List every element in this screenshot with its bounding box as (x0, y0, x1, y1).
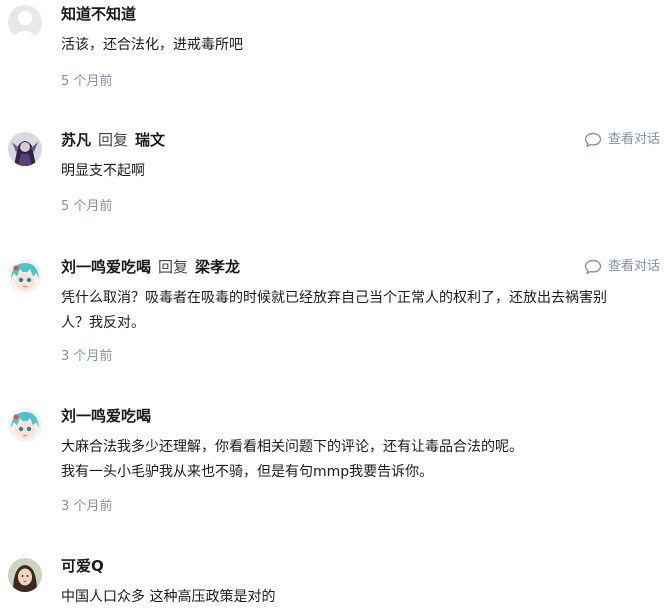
view-conversation-label: 查看对话 (607, 259, 660, 274)
avatar[interactable] (8, 132, 42, 166)
default-avatar-icon (8, 5, 42, 39)
comment-content: 明显支不起啊 (61, 159, 659, 184)
comment-author[interactable]: 刘一鸣爱吃喝 (61, 258, 151, 276)
comment-text: 活该，还合法化，进戒毒所吧 (61, 37, 243, 53)
anime-teal-hair-avatar (8, 408, 42, 442)
chat-bubble-icon (584, 132, 602, 148)
comment-text: 明显支不起啊 (61, 163, 145, 179)
avatar[interactable] (8, 558, 42, 592)
comment-header: 可爱Q (61, 554, 104, 578)
chat-bubble-icon (584, 259, 602, 275)
comment-content: 大麻合法我多少还理解，你看看相关问题下的评论，还有让毒品合法的呢。 我有一头小毛… (61, 435, 659, 485)
dark-character-avatar (8, 132, 42, 166)
comment-author[interactable]: 苏凡 (61, 131, 91, 149)
view-conversation-label: 查看对话 (607, 132, 660, 147)
avatar[interactable] (8, 5, 42, 39)
comment-text: 我有一头小毛驴我从来也不骑，但是有句mmp我要告诉你。 (61, 464, 434, 480)
comment-author[interactable]: 知道不知道 (61, 5, 136, 23)
comment-time: 5 个月前 (61, 199, 113, 214)
reply-label: 回复 (158, 258, 189, 276)
view-conversation-button[interactable]: 查看对话 (584, 128, 660, 152)
comment-content: 中国人口众多 这种高压政策是对的 (61, 585, 659, 610)
reply-label: 回复 (98, 131, 129, 149)
comment-header: 刘一鸣爱吃喝 (61, 404, 151, 428)
comment-content: 活该，还合法化，进戒毒所吧 (61, 33, 659, 58)
comment-time: 3 个月前 (61, 499, 113, 514)
comment-header: 苏凡 回复 瑞文 (61, 128, 165, 152)
comment-text: 大麻合法我多少还理解，你看看相关问题下的评论，还有让毒品合法的呢。 (61, 439, 523, 455)
avatar[interactable] (8, 259, 42, 293)
portrait-avatar (8, 558, 42, 592)
comment-author[interactable]: 可爱Q (61, 557, 104, 575)
comment-text: 凭什么取消？吸毒者在吸毒的时候就已经放弃自己当个正常人的权利了，还放出去祸害别 (61, 290, 607, 306)
comment-text: 人？我反对。 (61, 315, 145, 331)
avatar[interactable] (8, 408, 42, 442)
comment-time: 5 个月前 (61, 74, 113, 89)
comment-header: 知道不知道 (61, 2, 136, 26)
view-conversation-button[interactable]: 查看对话 (584, 255, 660, 279)
reply-to-user[interactable]: 瑞文 (135, 131, 165, 149)
anime-teal-hair-avatar (8, 259, 42, 293)
comment-time: 3 个月前 (61, 349, 113, 364)
comment-content: 凭什么取消？吸毒者在吸毒的时候就已经放弃自己当个正常人的权利了，还放出去祸害别 … (61, 286, 659, 336)
comment-header: 刘一鸣爱吃喝 回复 梁孝龙 (61, 255, 240, 279)
comment-text: 中国人口众多 这种高压政策是对的 (61, 589, 276, 605)
reply-to-user[interactable]: 梁孝龙 (195, 258, 240, 276)
comment-author[interactable]: 刘一鸣爱吃喝 (61, 407, 151, 425)
